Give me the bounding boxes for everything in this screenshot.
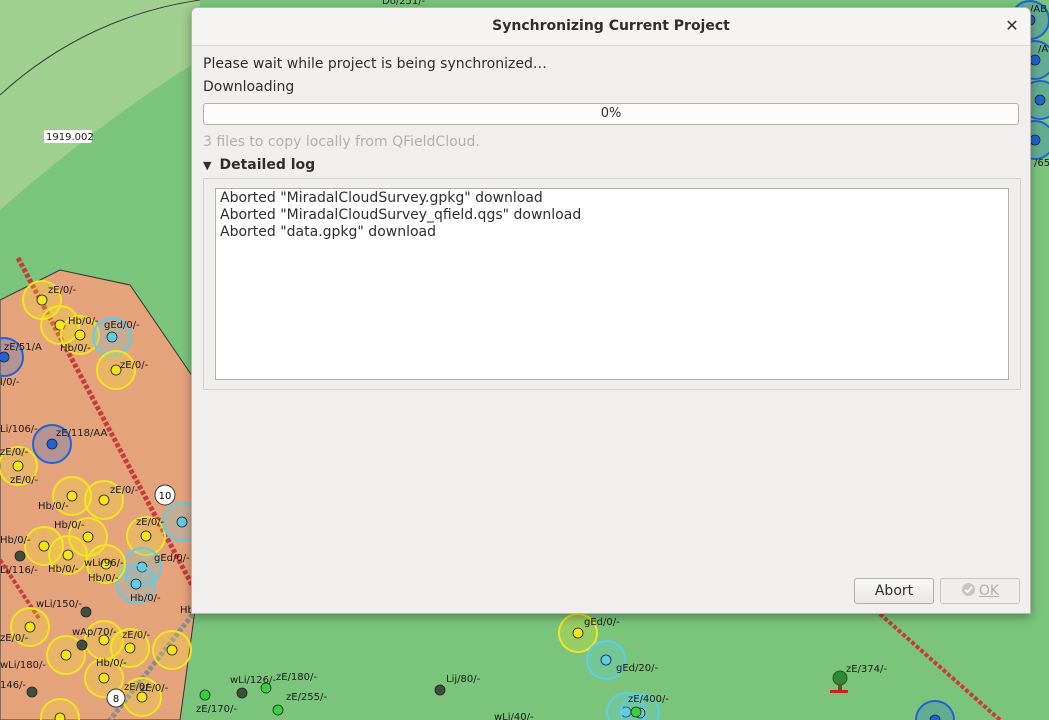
road-number-10: 10 — [154, 484, 176, 506]
map-label: gEd/20/- — [616, 663, 658, 674]
ok-button[interactable]: OK — [940, 578, 1020, 604]
map-label: zE/0/- — [120, 360, 149, 371]
map-label: Hb/0/- — [54, 520, 85, 531]
files-hint: 3 files to copy locally from QFieldCloud… — [203, 134, 480, 150]
map-label: zE/0/- — [140, 683, 169, 694]
map-label: Hb/0/- — [130, 593, 161, 604]
map-label: wLi/126/- — [230, 675, 276, 686]
map-label: Do/251/- — [382, 0, 426, 7]
log-frame: Aborted "MiradalCloudSurvey.gpkg" downlo… — [203, 178, 1021, 390]
map-small-point — [76, 639, 88, 651]
map-label: wLi/40/- — [494, 712, 534, 720]
map-label: Hb/0/- — [68, 316, 99, 327]
map-label: Lij/80/- — [446, 674, 481, 685]
map-label: Hb/0/- — [96, 658, 127, 669]
map-label: zE/0/- — [48, 285, 77, 296]
detailed-log-label: Detailed log — [219, 157, 316, 173]
map-label: zE/374/- — [846, 664, 887, 675]
map-small-point — [199, 689, 211, 701]
map-label: Li/116/- — [0, 565, 38, 576]
wait-message: Please wait while project is being synch… — [203, 56, 547, 72]
map-label: zE/0/- — [10, 475, 39, 486]
map-label: zE/0/- — [122, 630, 151, 641]
log-line: Aborted "data.gpkg" download — [220, 224, 437, 240]
map-label: Hb/0/- — [88, 573, 119, 584]
map-label: zE/0/- — [136, 517, 165, 528]
status-label: Downloading — [203, 79, 295, 95]
log-textarea[interactable]: Aborted "MiradalCloudSurvey.gpkg" downlo… — [215, 188, 1009, 380]
map-label: Li/106/- — [0, 424, 38, 435]
close-icon[interactable]: ✕ — [1002, 16, 1022, 36]
map-label: Hb/0/- — [38, 501, 69, 512]
map-label: /A — [1038, 44, 1048, 55]
detailed-log-toggle[interactable]: ▼ Detailed log — [203, 157, 315, 173]
map-label: zE/255/- — [286, 692, 327, 703]
map-label: Hb/0/- — [48, 564, 79, 575]
map-label: zE/118/AA — [56, 428, 108, 439]
map-point-symbol — [152, 630, 192, 670]
map-small-point — [14, 550, 26, 562]
svg-text:10: 10 — [159, 491, 172, 502]
map-label: zE/51/A — [4, 342, 42, 353]
map-small-point — [434, 684, 446, 696]
map-label: zE/0/- — [110, 485, 139, 496]
triangle-down-icon: ▼ — [203, 159, 212, 172]
log-line: Aborted "MiradalCloudSurvey_qfield.qgs" … — [220, 207, 582, 223]
sync-dialog: Synchronizing Current Project ✕ Please w… — [191, 7, 1031, 614]
map-label: wLi/96/- — [84, 558, 124, 569]
map-label: zE/180/- — [276, 672, 317, 683]
road-number-8: 8 — [106, 688, 126, 708]
map-label: 1919.002 — [46, 132, 94, 143]
map-label: /AB — [1030, 4, 1047, 15]
map-label: zE/0/- — [0, 447, 29, 458]
map-small-point — [630, 706, 642, 718]
check-circle-icon — [961, 583, 975, 596]
map-label: gEd/0/- — [104, 320, 140, 331]
map-label: Hb/0/- — [60, 343, 91, 354]
ok-button-label: OK — [978, 583, 1000, 599]
map-label: Hb/0/- — [0, 535, 31, 546]
map-label: zE/170/- — [196, 704, 237, 715]
map-label: wLi/150/- — [36, 599, 82, 610]
map-label: gEd/0/- — [584, 617, 620, 628]
map-label: wLi/180/- — [0, 660, 46, 671]
map-label: /65 — [1034, 158, 1049, 169]
dialog-titlebar[interactable]: Synchronizing Current Project ✕ — [192, 8, 1030, 46]
abort-button[interactable]: Abort — [854, 578, 934, 604]
map-small-point — [26, 686, 38, 698]
map-label: zE/0/- — [0, 633, 29, 644]
map-small-point — [272, 704, 284, 716]
map-label: zE/400/- — [628, 694, 669, 705]
map-label: gEd/0/- — [154, 553, 190, 564]
map-label: 146/- — [0, 680, 26, 691]
log-line: Aborted "MiradalCloudSurvey.gpkg" downlo… — [220, 190, 543, 206]
svg-text:8: 8 — [113, 694, 119, 705]
map-label: l/0/- — [0, 377, 20, 388]
map-small-point — [80, 606, 92, 618]
progress-bar: 0% — [203, 103, 1019, 125]
dialog-title: Synchronizing Current Project — [492, 18, 730, 34]
map-label: wAp/70/- — [72, 627, 117, 638]
map-small-point — [236, 687, 248, 699]
progress-text: 0% — [600, 106, 622, 121]
